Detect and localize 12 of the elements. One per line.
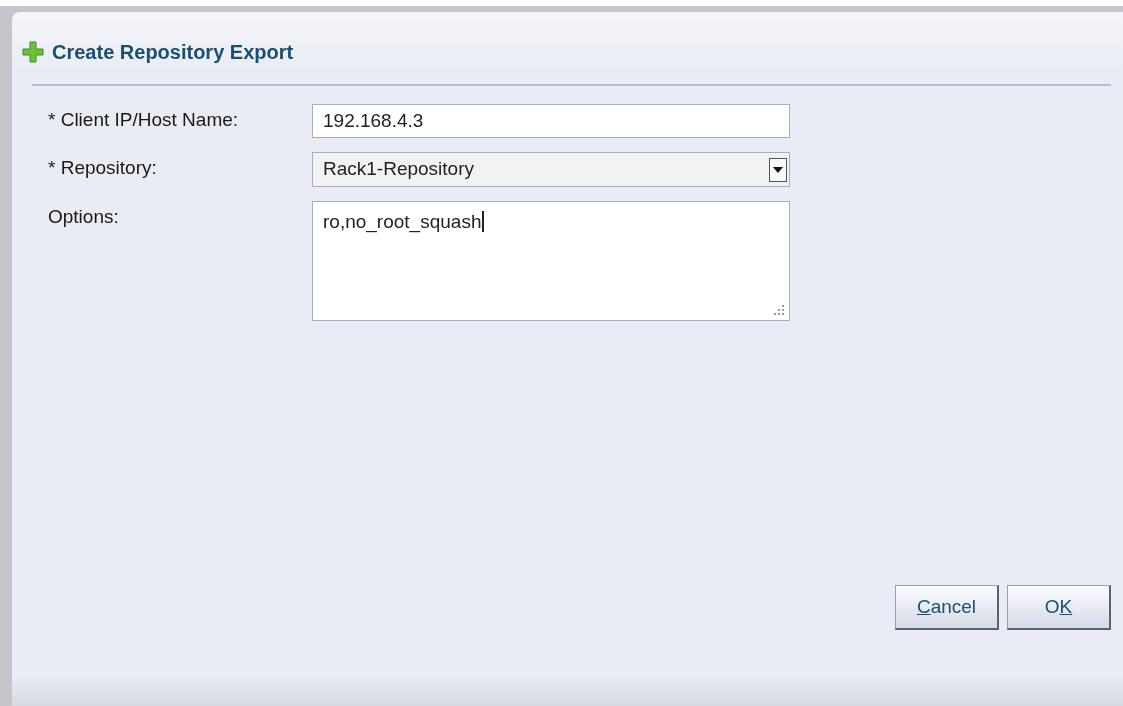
dropdown[interactable]: Rack1-Repository: [312, 152, 790, 187]
input-field[interactable]: 192.168.4.3: [312, 104, 790, 138]
field-label: Options:: [48, 205, 120, 229]
dialog-title: Create Repository Export: [52, 40, 294, 65]
field-label: * Client IP/Host Name:: [48, 108, 240, 132]
plus-icon: [22, 41, 44, 63]
dialog-button[interactable]: OK: [1007, 585, 1111, 630]
text-area[interactable]: ro,no_root_squash: [312, 201, 790, 321]
resize-grip-icon[interactable]: [773, 304, 785, 316]
dialog-button[interactable]: Cancel: [895, 585, 999, 630]
field-label: * Repository:: [48, 156, 158, 180]
caret-icon: [769, 157, 787, 182]
